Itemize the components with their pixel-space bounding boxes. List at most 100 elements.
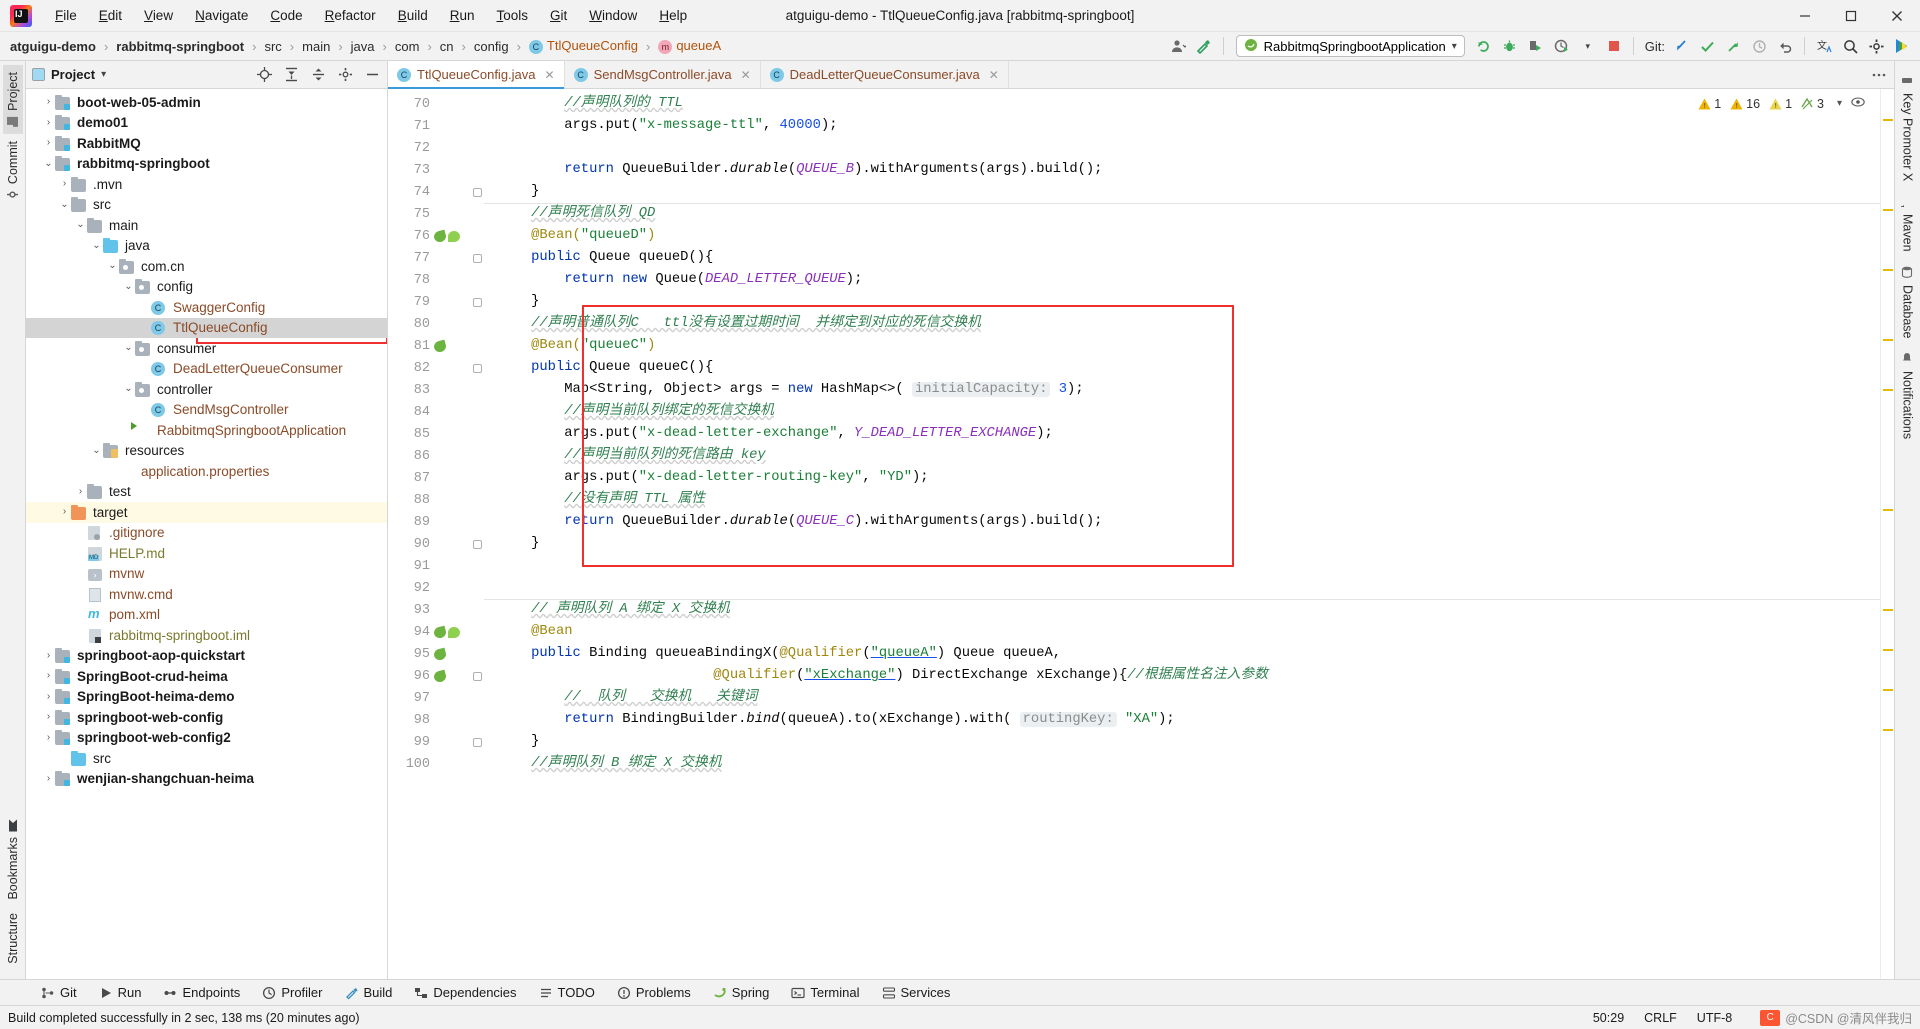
tree-node-controller[interactable]: ⌄ controller: [26, 379, 387, 400]
inspection-warning-icon[interactable]: ! 16: [1730, 97, 1760, 111]
code-fold-icon[interactable]: [473, 671, 482, 681]
breadcrumb-item-cn[interactable]: cn: [438, 39, 456, 54]
breadcrumb-item-ttlqueueconfig[interactable]: C TtlQueueConfig: [527, 38, 640, 54]
tree-node-src[interactable]: ⌄ src: [26, 195, 387, 216]
tree-node-mvnw-cmd[interactable]: ›mvnw.cmd: [26, 584, 387, 605]
tool-window-build[interactable]: Build: [334, 982, 404, 1003]
gutter-line-76[interactable]: 76: [388, 225, 484, 247]
gutter-line-91[interactable]: 91: [388, 555, 484, 577]
menu-window[interactable]: Window: [578, 4, 648, 27]
git-commit-icon[interactable]: [1695, 35, 1719, 57]
chevron-down-icon[interactable]: ▾: [1837, 98, 1842, 109]
breadcrumb-item-main[interactable]: main: [300, 39, 332, 54]
highlighting-level-icon[interactable]: [1851, 96, 1865, 111]
chevron-right-icon[interactable]: ›: [42, 138, 55, 148]
line-separator[interactable]: CRLF: [1642, 1011, 1679, 1025]
sidebar-item-bookmarks[interactable]: Bookmarks: [3, 813, 23, 907]
git-history-icon[interactable]: [1747, 35, 1771, 57]
gutter-line-72[interactable]: 72: [388, 137, 484, 159]
editor-gutter[interactable]: 70 71 72 73 74 75 76 77 78 79 80 81 82 83 84 85 86 87 88 89…: [388, 89, 484, 979]
spring-bean-nav-icon[interactable]: [432, 339, 448, 353]
caret-position[interactable]: 50:29: [1591, 1011, 1626, 1025]
gutter-line-92[interactable]: 92: [388, 577, 484, 599]
tree-node-consumer[interactable]: ⌄ consumer: [26, 338, 387, 359]
search-icon[interactable]: [1838, 35, 1862, 57]
inspection-warning-icon[interactable]: ! 1: [1698, 97, 1721, 111]
menu-navigate[interactable]: Navigate: [184, 4, 259, 27]
inspection-widget[interactable]: ! 1! 16! 1 3 ▾: [1695, 95, 1868, 112]
gutter-line-89[interactable]: 89: [388, 511, 484, 533]
maximize-button[interactable]: [1828, 0, 1874, 32]
breadcrumb-item-queuea[interactable]: m queueA: [656, 38, 723, 54]
tree-node-target[interactable]: › target: [26, 502, 387, 523]
chevron-right-icon[interactable]: ›: [42, 732, 55, 743]
breadcrumb-item-rabbitmq-springboot[interactable]: rabbitmq-springboot: [114, 39, 246, 54]
tool-window-git[interactable]: Git: [30, 982, 88, 1003]
tree-node-rabbitmqspringbootapplication[interactable]: ›RabbitmqSpringbootApplication: [26, 420, 387, 441]
profiler-icon[interactable]: [1550, 35, 1574, 57]
gutter-line-86[interactable]: 86: [388, 445, 484, 467]
inspection-weak-warning-icon[interactable]: ! 1: [1769, 97, 1792, 111]
expand-all-icon[interactable]: [282, 66, 300, 84]
chevron-down-icon[interactable]: ▾: [1576, 35, 1600, 57]
editor-tab-deadletterqueueconsumer-java[interactable]: C DeadLetterQueueConsumer.java ✕: [760, 61, 1009, 88]
gutter-line-88[interactable]: 88: [388, 489, 484, 511]
chevron-right-icon[interactable]: ›: [42, 712, 55, 722]
hide-icon[interactable]: [363, 66, 381, 84]
gutter-line-81[interactable]: 81: [388, 335, 484, 357]
spring-bean-nav-icon[interactable]: [432, 229, 448, 243]
menu-run[interactable]: Run: [439, 4, 486, 27]
tool-window-todo[interactable]: TODO: [528, 982, 606, 1003]
breadcrumb-item-config[interactable]: config: [472, 39, 511, 54]
spring-bean-nav-icon[interactable]: [432, 625, 448, 639]
right-strip-item-database[interactable]: Database: [1898, 259, 1918, 346]
run-with-coverage-icon[interactable]: [1524, 35, 1548, 57]
tree-node-springboot-web-config[interactable]: › springboot-web-config: [26, 707, 387, 728]
gutter-line-97[interactable]: 97: [388, 687, 484, 709]
gutter-line-78[interactable]: 78: [388, 269, 484, 291]
gutter-line-77[interactable]: 77: [388, 247, 484, 269]
settings-icon[interactable]: [1864, 35, 1888, 57]
menu-refactor[interactable]: Refactor: [314, 4, 387, 27]
tree-node-swaggerconfig[interactable]: ›CSwaggerConfig: [26, 297, 387, 318]
spring-bean-nav-icon[interactable]: [432, 669, 448, 683]
editor-content[interactable]: 70 71 72 73 74 75 76 77 78 79 80 81 82 83 84 85 86 87 88 89…: [388, 89, 1894, 979]
chevron-down-icon[interactable]: ⌄: [122, 384, 135, 394]
tool-window-spring[interactable]: Spring: [702, 982, 781, 1003]
gutter-line-79[interactable]: 79: [388, 291, 484, 313]
run-configuration-selector[interactable]: RabbitmqSpringbootApplication ▾: [1235, 35, 1465, 57]
menu-view[interactable]: View: [133, 4, 184, 27]
tree-node-ttlqueueconfig[interactable]: ›CTtlQueueConfig: [26, 317, 387, 338]
tree-node-rabbitmq-springboot[interactable]: ⌄ rabbitmq-springboot: [26, 154, 387, 175]
tree-node-src[interactable]: ›src: [26, 748, 387, 769]
breadcrumb-item-src[interactable]: src: [262, 39, 283, 54]
code-fold-icon[interactable]: [473, 539, 482, 549]
code-fold-icon[interactable]: [473, 187, 482, 197]
gutter-line-98[interactable]: 98: [388, 709, 484, 731]
tool-window-endpoints[interactable]: Endpoints: [152, 982, 251, 1003]
gutter-line-73[interactable]: 73: [388, 159, 484, 181]
right-strip-item-notifications[interactable]: Notifications: [1898, 345, 1918, 446]
chevron-right-icon[interactable]: ›: [74, 486, 87, 497]
chevron-down-icon[interactable]: ▾: [1452, 41, 1457, 52]
editor-tab-ttlqueueconfig-java[interactable]: C TtlQueueConfig.java ✕: [388, 61, 565, 89]
collapse-all-icon[interactable]: [309, 66, 327, 84]
chevron-right-icon[interactable]: ›: [42, 671, 55, 681]
spring-bean-icon[interactable]: [448, 230, 460, 242]
tree-node-deadletterqueueconsumer[interactable]: ›CDeadLetterQueueConsumer: [26, 359, 387, 380]
project-view-dropdown-icon[interactable]: ▾: [101, 69, 106, 80]
sidebar-item-commit[interactable]: Commit: [3, 134, 23, 207]
menu-git[interactable]: Git: [539, 4, 578, 27]
breadcrumb-item-atguigu-demo[interactable]: atguigu-demo: [8, 39, 98, 54]
tree-node-springboot-aop-quickstart[interactable]: › springboot-aop-quickstart: [26, 646, 387, 667]
menu-code[interactable]: Code: [259, 4, 313, 27]
tool-window-services[interactable]: Services: [871, 982, 962, 1003]
chevron-right-icon[interactable]: ›: [42, 650, 55, 661]
spring-bean-icon[interactable]: [448, 626, 460, 638]
gutter-line-85[interactable]: 85: [388, 423, 484, 445]
tree-node-com-cn[interactable]: ⌄ com.cn: [26, 256, 387, 277]
gutter-line-94[interactable]: 94: [388, 621, 484, 643]
chevron-right-icon[interactable]: ›: [42, 773, 55, 784]
tool-window-dependencies[interactable]: Dependencies: [403, 982, 527, 1003]
gutter-line-82[interactable]: 82: [388, 357, 484, 379]
